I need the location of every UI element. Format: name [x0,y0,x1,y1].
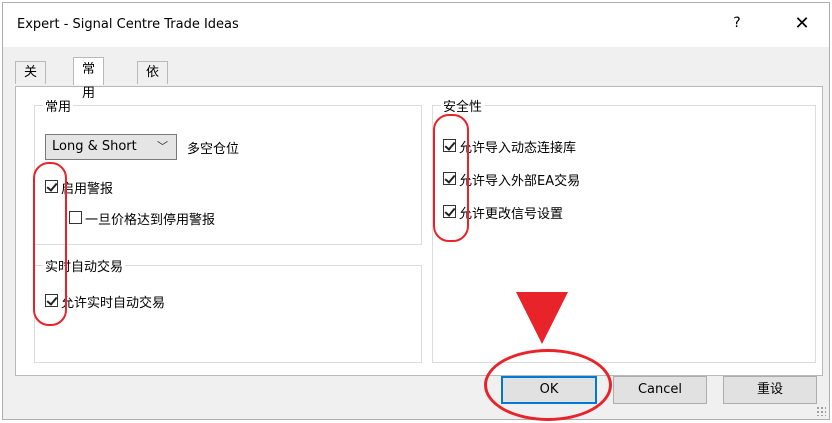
tab-about[interactable]: 关于 [15,61,47,102]
help-button[interactable]: ? [725,15,749,35]
enable-alerts-label: 启用警报 [61,182,114,197]
common-group-title: 常用 [43,96,74,115]
annotation-highlight-left [33,162,67,326]
cancel-button[interactable]: Cancel [613,376,707,404]
allow-external-ea-label: 允许导入外部EA交易 [459,174,581,189]
disable-alerts-on-stop-checkbox[interactable] [69,211,82,224]
annotation-highlight-right [433,114,469,242]
chevron-down-icon: ﹀ [157,140,168,153]
common-group: 常用 Long & Short ﹀ 多空仓位 启用警报 一旦价格达到停用警报 [34,96,422,245]
tab-panel-common: 常用 Long & Short ﹀ 多空仓位 启用警报 一旦价格达到停用警报 实… [15,86,823,376]
position-label: 多空仓位 [187,142,240,157]
tab-common[interactable]: 常用 [73,57,105,101]
allow-dll-label: 允许导入动态连接库 [459,141,577,156]
annotation-ok-circle [484,349,612,421]
disable-alerts-on-stop-label: 一旦价格达到停用警报 [85,213,216,228]
position-select-value: Long & Short [52,139,137,154]
live-trading-group: 实时自动交易 允许实时自动交易 [34,256,422,363]
reset-button[interactable]: 重设 [723,376,817,404]
safety-group: 安全性 允许导入动态连接库 允许导入外部EA交易 允许更改信号设置 [432,96,816,363]
close-icon[interactable]: ✕ [789,13,815,35]
resize-grip-icon[interactable] [816,406,826,416]
window-title: Expert - Signal Centre Trade Ideas [17,17,239,32]
tab-dependencies[interactable]: 依存关系 [137,61,169,146]
annotation-arrow-icon [516,292,568,344]
safety-group-title: 安全性 [441,96,485,115]
allow-live-trading-label: 允许实时自动交易 [61,296,166,311]
allow-modify-signal-label: 允许更改信号设置 [459,207,564,222]
dialog-window: Expert - Signal Centre Trade Ideas ? ✕ 关… [2,2,830,420]
title-bar: Expert - Signal Centre Trade Ideas ? ✕ [3,3,829,47]
position-select[interactable]: Long & Short ﹀ [45,134,177,160]
